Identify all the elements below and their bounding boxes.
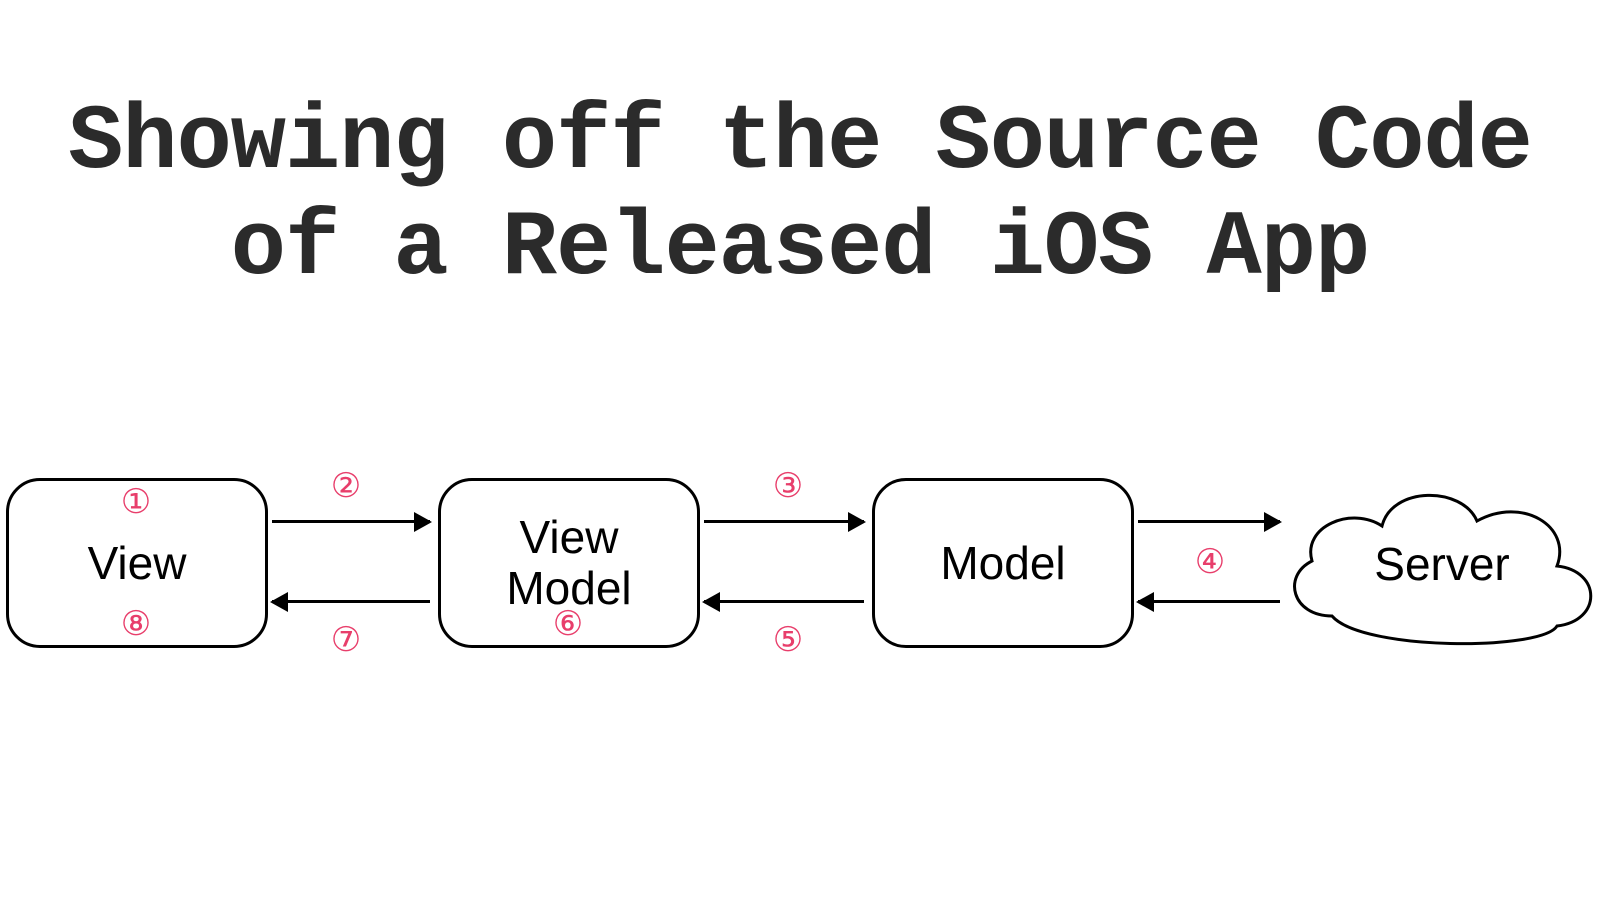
node-view-model-label: View Model	[506, 512, 631, 613]
node-model-label: Model	[940, 538, 1065, 589]
node-server-label: Server	[1374, 537, 1509, 591]
arrow-server-to-model	[1138, 600, 1280, 603]
arrow-model-to-server	[1138, 520, 1280, 523]
slide-title: Showing off the Source Code of a Release…	[0, 90, 1600, 302]
arrow-view-to-vm	[272, 520, 430, 523]
arrow-vm-to-model	[704, 520, 864, 523]
badge-8: ⑧	[116, 604, 156, 644]
badge-2: ②	[326, 466, 366, 506]
arrow-model-to-vm	[704, 600, 864, 603]
badge-5: ⑤	[768, 620, 808, 660]
badge-1: ①	[116, 482, 156, 522]
node-model: Model	[872, 478, 1134, 648]
badge-3: ③	[768, 466, 808, 506]
badge-4: ④	[1190, 542, 1230, 582]
node-server: Server	[1272, 466, 1600, 662]
node-view-label: View	[88, 538, 187, 589]
mvvm-diagram: View View Model Model Server ① ② ③ ④ ⑤ ⑥…	[0, 460, 1600, 720]
arrow-vm-to-view	[272, 600, 430, 603]
badge-7: ⑦	[326, 620, 366, 660]
badge-6: ⑥	[548, 604, 588, 644]
